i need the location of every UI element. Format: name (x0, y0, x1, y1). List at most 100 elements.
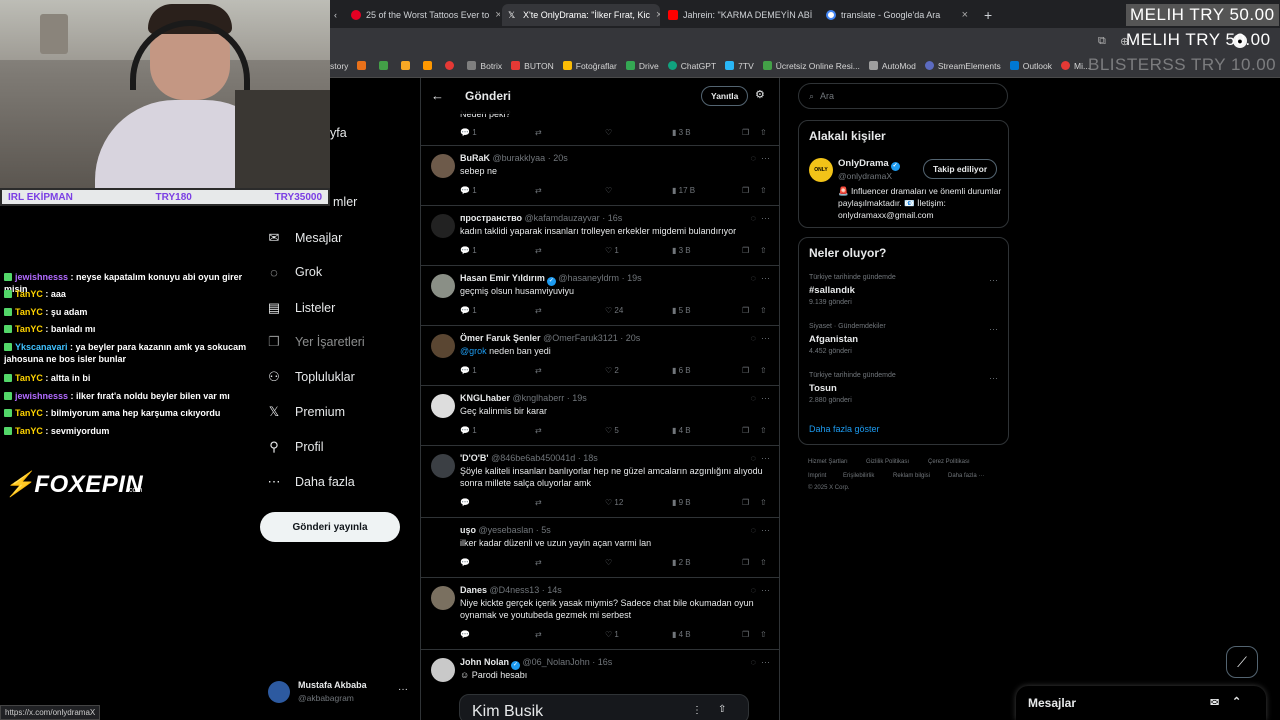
author-name[interactable]: uşo (460, 525, 476, 535)
tweet-time[interactable]: 18s (583, 453, 598, 463)
grok-icon[interactable]: ◌ (751, 153, 756, 163)
more-icon[interactable]: ··· (761, 453, 770, 463)
avatar[interactable]: ONLY (809, 158, 833, 182)
more-icon[interactable]: ··· (761, 585, 770, 595)
tab-youtube[interactable]: Jahrein: "KARMA DEMEYİN ABİ × (662, 4, 816, 26)
author-handle[interactable]: @D4ness13 (490, 585, 540, 595)
reply-icon[interactable]: 💬 1 (460, 186, 477, 195)
tweet-time[interactable]: 5s (541, 525, 551, 535)
bookmark-2[interactable] (379, 61, 392, 70)
bookmark-buton[interactable]: BUTON (511, 61, 554, 71)
grok-icon[interactable]: ◌ (751, 333, 756, 343)
tweet[interactable]: Danes @D4ness13 · 14s ◌ ··· Niye kickte ge… (421, 578, 779, 650)
close-icon[interactable]: × (956, 9, 968, 21)
account-switcher[interactable]: Mustafa Akbaba @akbabagram ··· (268, 680, 413, 706)
more-icon[interactable]: ··· (761, 273, 770, 283)
views-icon[interactable]: ▮ 3 B (672, 128, 691, 137)
author-handle[interactable]: @burakklyaa (493, 153, 546, 163)
author-name[interactable]: Ömer Faruk Şenler (460, 333, 541, 343)
grok-icon[interactable]: ◌ (751, 525, 756, 535)
bookmark-resim[interactable]: Ücretsiz Online Resi... (762, 61, 860, 71)
retweet-icon[interactable]: ⇄ (535, 246, 544, 255)
author-name[interactable]: John Nolan (460, 657, 509, 667)
install-icon[interactable]: ⧉ (1098, 35, 1106, 48)
share-icon[interactable]: ⇧ (760, 186, 767, 195)
bookmark-history[interactable]: story (330, 61, 348, 71)
nav-profile[interactable]: ⚲ Profil (266, 436, 323, 458)
nav-grok[interactable]: ◌ Grok (266, 261, 322, 283)
show-more-link[interactable]: Daha fazla göster (809, 424, 880, 434)
close-icon[interactable]: × (489, 9, 500, 21)
author-handle[interactable]: @06_NolanJohn (523, 657, 590, 667)
grok-icon[interactable]: ◌ (751, 585, 756, 595)
bookmark-icon[interactable]: ❐ (742, 366, 749, 375)
reply-icon[interactable]: 💬 1 (460, 366, 477, 375)
retweet-icon[interactable]: ⇄ (535, 558, 544, 567)
grok-icon[interactable]: ◌ (751, 657, 756, 667)
bookmark-kick[interactable] (357, 61, 370, 70)
like-icon[interactable]: ♡ (605, 186, 614, 195)
like-icon[interactable]: ♡ 12 (605, 498, 623, 507)
bookmark-chatgpt[interactable]: ChatGPT (667, 61, 716, 71)
reply-icon[interactable]: 💬 (460, 630, 472, 639)
footer-link[interactable]: Çerez Politikası (928, 459, 970, 465)
bookmark-icon[interactable]: ❐ (742, 128, 749, 137)
footer-link[interactable]: Gizlilik Politikası (866, 459, 909, 465)
bookmark-icon[interactable]: ❐ (742, 426, 749, 435)
avatar[interactable] (431, 526, 455, 550)
share-icon[interactable]: ⇧ (718, 704, 726, 715)
retweet-icon[interactable]: ⇄ (535, 306, 544, 315)
like-icon[interactable]: ♡ 24 (605, 306, 623, 315)
author-name[interactable]: BuRaK (460, 153, 490, 163)
author-name[interactable]: KNGLhaber (460, 393, 510, 403)
tweet-time[interactable]: 16s (598, 657, 613, 667)
tweet[interactable]: BuRaK @burakklyaa · 20s ◌ ··· sebep ne 💬 1 ⇄… (421, 146, 779, 206)
like-icon[interactable]: ♡ 1 (605, 630, 619, 639)
avatar[interactable] (431, 274, 455, 298)
avatar[interactable] (431, 454, 455, 478)
bookmark-7tv[interactable]: 7TV (725, 61, 754, 71)
tweet-time[interactable]: 20s (553, 153, 568, 163)
author-handle[interactable]: @kafamdauzayvar (525, 213, 600, 223)
author-handle[interactable]: @hasaneyldrm (558, 273, 619, 283)
avatar[interactable] (431, 586, 455, 610)
embedded-video-card[interactable]: Kim Busik ⋮ ⇧ (459, 694, 749, 720)
share-icon[interactable]: ⇧ (760, 630, 767, 639)
tweet-time[interactable]: 19s (627, 273, 642, 283)
share-icon[interactable]: ⇧ (760, 426, 767, 435)
tab-arrow[interactable]: ‹ (328, 4, 342, 26)
bookmark-botrix[interactable]: Botrix (467, 61, 502, 71)
bookmark-outlook[interactable]: Outlook (1009, 61, 1052, 71)
nav-lists[interactable]: ▤ Listeler (266, 297, 335, 319)
more-icon[interactable]: ··· (761, 213, 770, 223)
bookmark-icon[interactable]: ❐ (742, 306, 749, 315)
footer-link[interactable]: Erişilebilirlik (843, 473, 874, 479)
reply-icon[interactable]: 💬 1 (460, 426, 477, 435)
views-icon[interactable]: ▮ 4 B (672, 426, 691, 435)
nav-partial[interactable]: mler (333, 191, 357, 213)
following-button[interactable]: Takip ediliyor (923, 159, 998, 179)
post-button[interactable]: Gönderi yayınla (260, 512, 400, 542)
settings-sliders-icon[interactable]: ⚙ (755, 88, 765, 101)
footer-link[interactable]: Daha fazla ··· (948, 473, 984, 479)
tab-pinterest[interactable]: 25 of the Worst Tattoos Ever to × (345, 4, 500, 26)
tweet-time[interactable]: 19s (572, 393, 587, 403)
views-icon[interactable]: ▮ 3 B (672, 246, 691, 255)
bookmark-automod[interactable]: AutoMod (868, 61, 916, 71)
bookmark-4[interactable] (423, 61, 436, 70)
reply-icon[interactable]: 💬 1 (460, 128, 477, 137)
avatar[interactable] (431, 394, 455, 418)
tab-x-onlydrama[interactable]: 𝕏 X'te OnlyDrama: "İlker Fırat, Kic × (502, 4, 660, 26)
footer-link[interactable]: Imprint (808, 473, 826, 479)
bookmark-streamelements[interactable]: StreamElements (924, 61, 1001, 71)
retweet-icon[interactable]: ⇄ (535, 498, 544, 507)
more-icon[interactable]: ··· (398, 684, 408, 695)
like-icon[interactable]: ♡ 2 (605, 366, 619, 375)
views-icon[interactable]: ▮ 5 B (672, 306, 691, 315)
reply-icon[interactable]: 💬 1 (460, 306, 477, 315)
share-icon[interactable]: ⇧ (760, 128, 767, 137)
avatar[interactable] (431, 214, 455, 238)
bookmark-icon[interactable]: ❐ (742, 498, 749, 507)
reply-icon[interactable]: 💬 1 (460, 246, 477, 255)
share-icon[interactable]: ⇧ (760, 366, 767, 375)
